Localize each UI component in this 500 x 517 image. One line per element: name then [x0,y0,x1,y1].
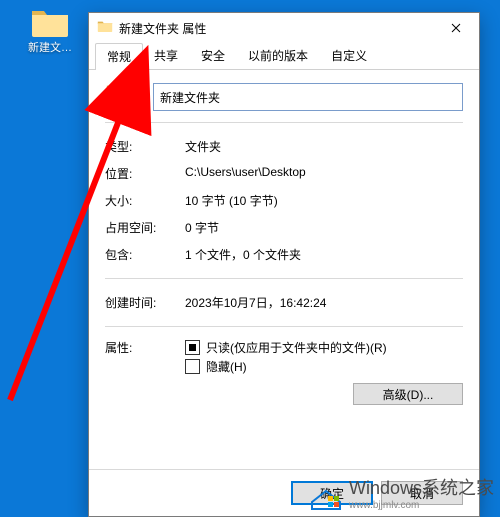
tab-share[interactable]: 共享 [142,42,190,69]
tab-previous-versions[interactable]: 以前的版本 [236,42,320,69]
size-label: 大小: [105,187,185,214]
size-on-disk-value: 0 字节 [185,214,463,241]
properties-window: 新建文件夹 属性 常规 共享 安全 以前的版本 自定义 类型: 文件夹 位置: … [88,12,480,517]
window-title: 新建文件夹 属性 [119,20,206,37]
tab-strip: 常规 共享 安全 以前的版本 自定义 [89,43,479,70]
type-value: 文件夹 [185,133,463,160]
watermark: Windows系统之家 www.bjjmlv.com [309,474,494,511]
watermark-url: www.bjjmlv.com [349,500,494,511]
checkbox-indeterminate-icon [185,340,200,355]
advanced-button[interactable]: 高级(D)... [353,383,463,405]
readonly-label: 只读(仅应用于文件夹中的文件)(R) [206,339,387,356]
contains-value: 1 个文件，0 个文件夹 [185,241,463,268]
checkbox-empty-icon [185,359,200,374]
tab-general[interactable]: 常规 [95,43,143,70]
attributes-label: 属性: [105,337,185,356]
watermark-text: Windows系统之家 [349,474,494,500]
folder-icon [105,82,141,112]
readonly-checkbox[interactable]: 只读(仅应用于文件夹中的文件)(R) [185,339,463,356]
watermark-logo-icon [309,476,343,510]
location-label: 位置: [105,160,185,187]
size-value: 10 字节 (10 字节) [185,187,463,214]
created-label: 创建时间: [105,289,185,316]
folder-icon [97,20,113,36]
tab-custom[interactable]: 自定义 [319,42,379,69]
close-button[interactable] [433,13,479,43]
type-label: 类型: [105,133,185,160]
desktop-folder-shortcut[interactable]: 新建文… [22,7,78,55]
location-value: C:\Users\user\Desktop [185,160,463,187]
contains-label: 包含: [105,241,185,268]
created-value: 2023年10月7日，16:42:24 [185,289,463,316]
general-panel: 类型: 文件夹 位置: C:\Users\user\Desktop 大小: 10… [89,70,479,415]
size-on-disk-label: 占用空间: [105,214,185,241]
hidden-label: 隐藏(H) [206,358,247,375]
folder-icon [30,7,70,37]
titlebar[interactable]: 新建文件夹 属性 [89,13,479,43]
tab-security[interactable]: 安全 [189,42,237,69]
hidden-checkbox[interactable]: 隐藏(H) [185,358,463,375]
folder-name-input[interactable] [153,83,463,111]
desktop-folder-label: 新建文… [22,39,78,55]
close-icon [451,23,461,33]
